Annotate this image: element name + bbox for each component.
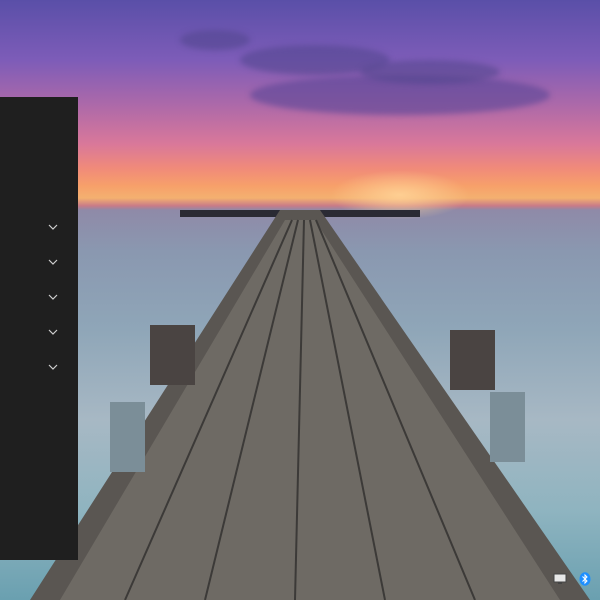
side-panel <box>0 97 78 560</box>
monitor-icon[interactable] <box>553 572 567 586</box>
pier-illustration <box>30 210 590 600</box>
desktop-wallpaper <box>0 0 600 600</box>
chevron-down-icon[interactable] <box>47 291 59 303</box>
chevron-down-icon[interactable] <box>47 326 59 338</box>
chevron-down-icon[interactable] <box>47 256 59 268</box>
chevron-down-icon[interactable] <box>47 221 59 233</box>
cloud <box>360 60 500 84</box>
cloud <box>180 30 250 50</box>
bluetooth-icon[interactable] <box>578 572 592 586</box>
chevron-down-icon[interactable] <box>47 361 59 373</box>
